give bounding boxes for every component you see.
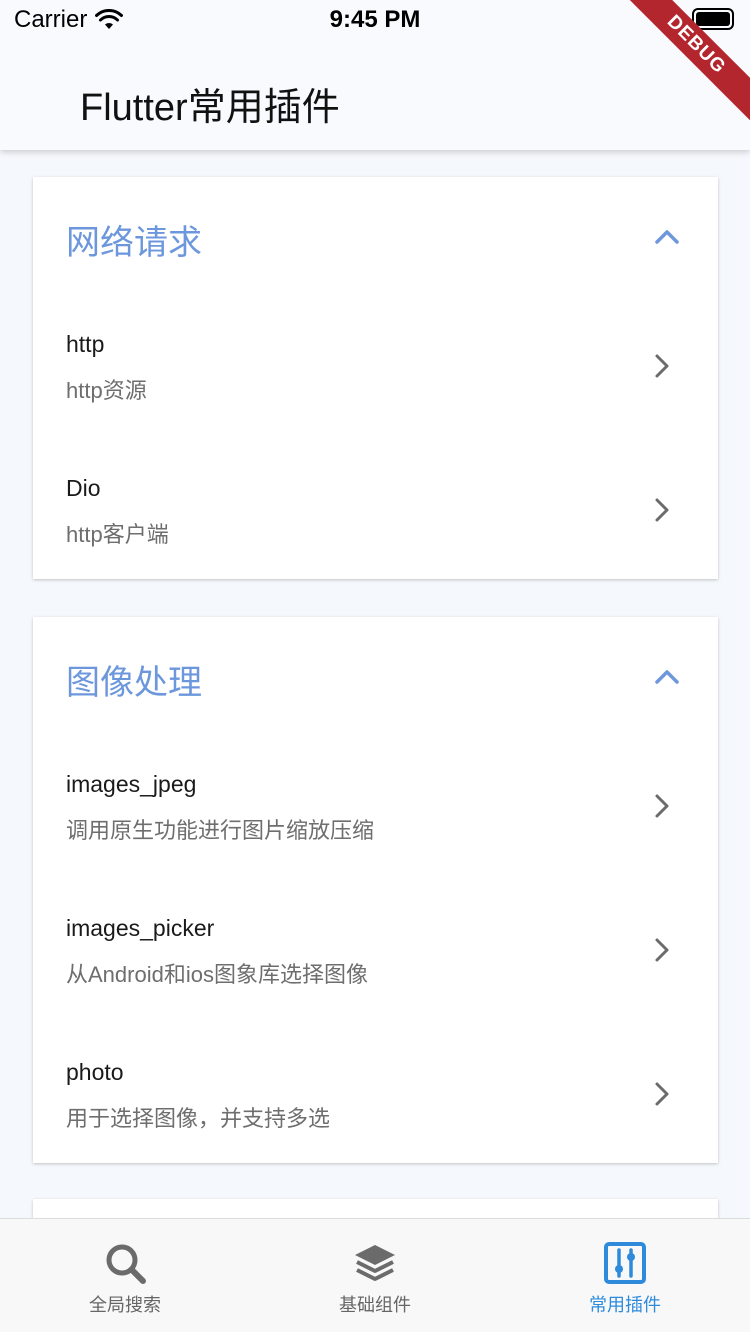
chevron-right-icon — [655, 1082, 669, 1106]
section-title: 图像处理 — [66, 664, 202, 702]
list-item-http[interactable]: http http资源 — [33, 293, 718, 437]
item-subtitle: 用于选择图像，并支持多选 — [66, 1106, 331, 1131]
tab-label: 常用插件 — [589, 1295, 661, 1315]
chevron-right-icon — [655, 498, 669, 522]
chevron-right-icon — [655, 938, 669, 962]
item-title: Dio — [66, 475, 101, 501]
tab-label: 基础组件 — [339, 1295, 411, 1315]
item-subtitle: http资源 — [66, 378, 147, 403]
list-item-dio[interactable]: Dio http客户端 — [33, 437, 718, 581]
page-title: Flutter常用插件 — [80, 87, 340, 129]
section-header-network[interactable]: 网络请求 — [33, 177, 718, 293]
item-title: photo — [66, 1059, 124, 1085]
section-header-image[interactable]: 图像处理 — [33, 617, 718, 733]
search-icon — [106, 1244, 146, 1284]
item-subtitle: 调用原生功能进行图片缩放压缩 — [66, 818, 375, 843]
sliders-icon — [604, 1242, 646, 1284]
chevron-up-icon[interactable] — [654, 223, 680, 249]
item-subtitle: http客户端 — [66, 522, 169, 547]
tab-common-plugins[interactable]: 常用插件 — [500, 1219, 750, 1332]
chevron-right-icon — [655, 794, 669, 818]
section-card-image: 图像处理 images_jpeg 调用原生功能进行图片缩放压缩 images_p… — [33, 617, 718, 1163]
item-title: http — [66, 331, 105, 357]
list-item-photo[interactable]: photo 用于选择图像，并支持多选 — [33, 1021, 718, 1165]
item-title: images_jpeg — [66, 771, 197, 797]
tab-basic-widgets[interactable]: 基础组件 — [250, 1219, 500, 1332]
chevron-up-icon[interactable] — [654, 663, 680, 689]
app-bar: Carrier 9:45 PM Flutter常用插件 — [0, 0, 750, 150]
status-time: 9:45 PM — [329, 6, 421, 33]
bottom-nav: 全局搜索 基础组件 常用插件 — [0, 1218, 750, 1332]
layers-icon — [355, 1245, 395, 1281]
list-item-images-jpeg[interactable]: images_jpeg 调用原生功能进行图片缩放压缩 — [33, 733, 718, 877]
tab-label: 全局搜索 — [89, 1295, 161, 1315]
section-card-network: 网络请求 http http资源 Dio http客户端 — [33, 177, 718, 579]
item-subtitle: 从Android和ios图象库选择图像 — [66, 962, 368, 987]
chevron-right-icon — [655, 354, 669, 378]
item-title: images_picker — [66, 915, 215, 941]
section-title: 网络请求 — [66, 224, 202, 262]
tab-search[interactable]: 全局搜索 — [0, 1219, 250, 1332]
list-item-images-picker[interactable]: images_picker 从Android和ios图象库选择图像 — [33, 877, 718, 1021]
